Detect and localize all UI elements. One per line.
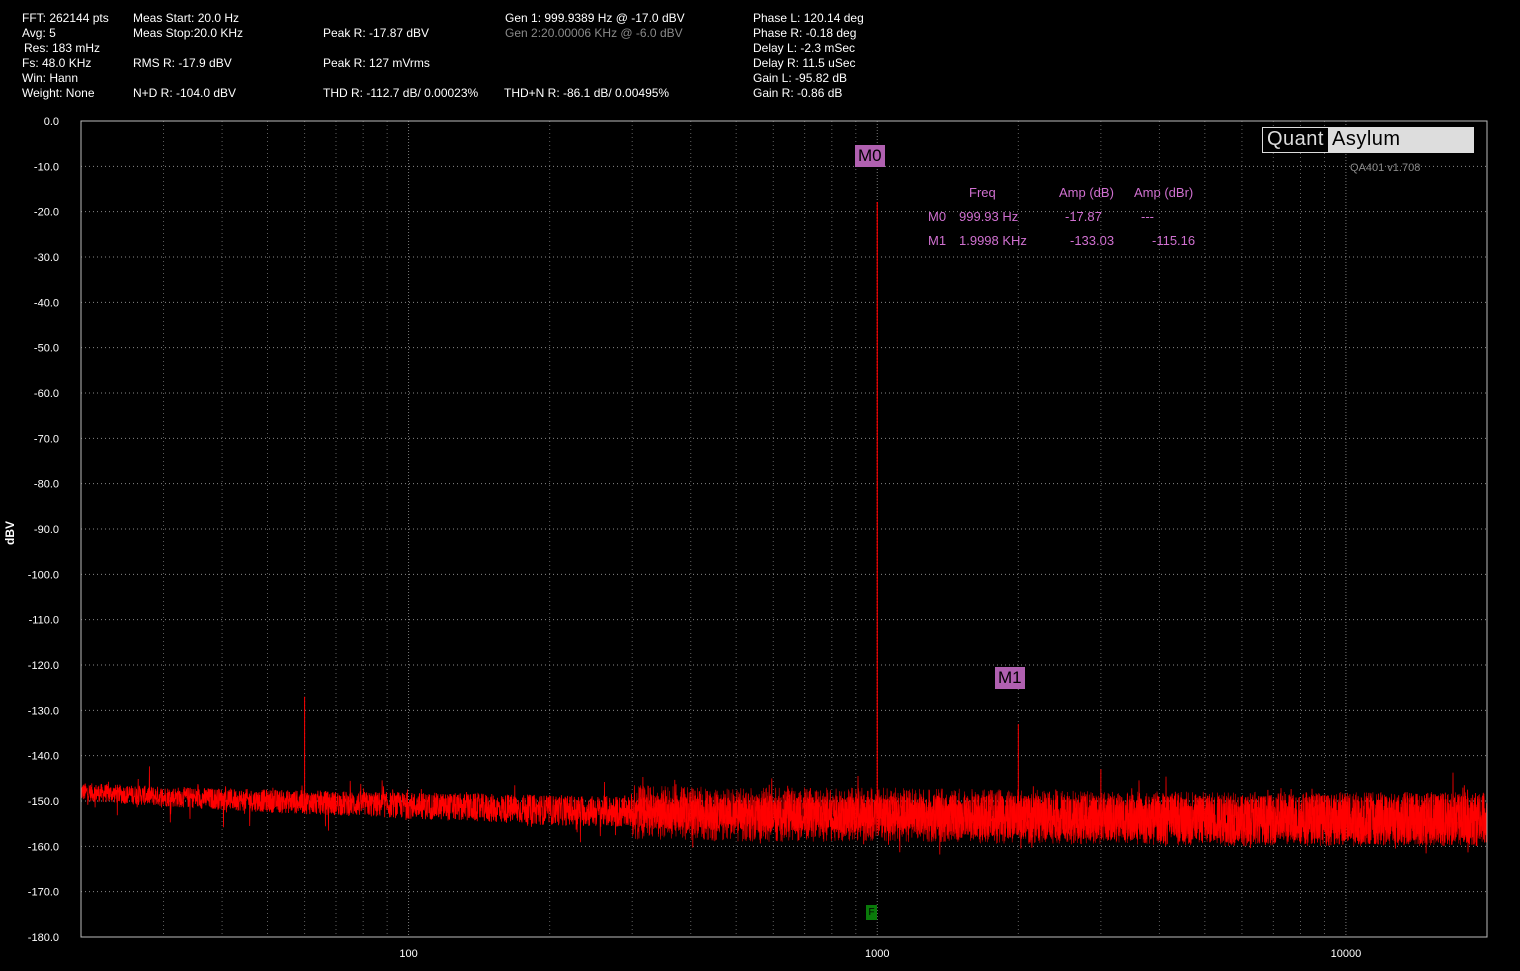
y-tick-label: -100.0 (28, 569, 59, 581)
marker-row-m0-id: M0 (928, 209, 947, 224)
marker-row-m0-amp-dbr: --- (1141, 209, 1154, 224)
logo-left: Quant (1263, 128, 1328, 152)
y-tick-label: -50.0 (34, 343, 59, 355)
marker-tag-m1[interactable]: M1 (995, 667, 1025, 689)
y-tick-label: -130.0 (28, 705, 59, 717)
y-tick-label: -90.0 (34, 524, 59, 536)
marker-col-freq: Freq (969, 185, 996, 200)
quantasylum-logo: Quant Asylum (1262, 127, 1474, 153)
y-tick-label: -20.0 (34, 207, 59, 219)
marker-col-amp-db: Amp (dB) (1059, 185, 1114, 200)
y-tick-label: -30.0 (34, 252, 59, 264)
y-tick-label: -180.0 (28, 932, 59, 944)
y-tick-labels: 0.0 -10.0 -20.0 -30.0 -40.0 -50.0 -60.0 -70.0 -8… (28, 116, 59, 944)
spectral-peaks (304, 202, 1102, 829)
marker-row-m1-id: M1 (928, 233, 947, 248)
x-tick-label: 1000 (865, 948, 889, 960)
x-tick-label: 10000 (1331, 948, 1362, 960)
y-tick-label: -60.0 (34, 388, 59, 400)
marker-col-amp-dbr: Amp (dBr) (1134, 185, 1194, 200)
marker-tag-m0[interactable]: M0 (855, 145, 885, 167)
y-tick-label: -70.0 (34, 433, 59, 445)
noise-floor-trace (80, 766, 1488, 855)
y-tick-label: -150.0 (28, 796, 59, 808)
y-tick-label: -170.0 (28, 887, 59, 899)
marker-row-m1-amp-db: -133.03 (1070, 233, 1115, 248)
y-tick-label: -120.0 (28, 660, 59, 672)
y-tick-label: -160.0 (28, 841, 59, 853)
y-tick-label: 0.0 (44, 116, 59, 128)
version-label: QA401 v1.708 (1350, 162, 1421, 174)
y-tick-label: -80.0 (34, 479, 59, 491)
y-tick-label: -40.0 (34, 297, 59, 309)
marker-row-m0-amp-db: -17.87 (1065, 209, 1102, 224)
marker-row-m0-freq: 999.93 Hz (959, 209, 1019, 224)
marker-row-m1-freq: 1.9998 KHz (959, 233, 1027, 248)
y-axis-label: dBV (3, 521, 17, 545)
logo-right: Asylum (1327, 128, 1473, 152)
y-tick-label: -140.0 (28, 751, 59, 763)
generator-frequency-tag[interactable]: F (866, 905, 877, 920)
y-tick-label: -110.0 (29, 615, 59, 627)
marker-row-m1-amp-dbr: -115.16 (1152, 233, 1196, 248)
x-tick-labels: 100 1000 10000 (399, 948, 1361, 960)
y-tick-label: -10.0 (34, 161, 59, 173)
x-tick-label: 100 (399, 948, 417, 960)
